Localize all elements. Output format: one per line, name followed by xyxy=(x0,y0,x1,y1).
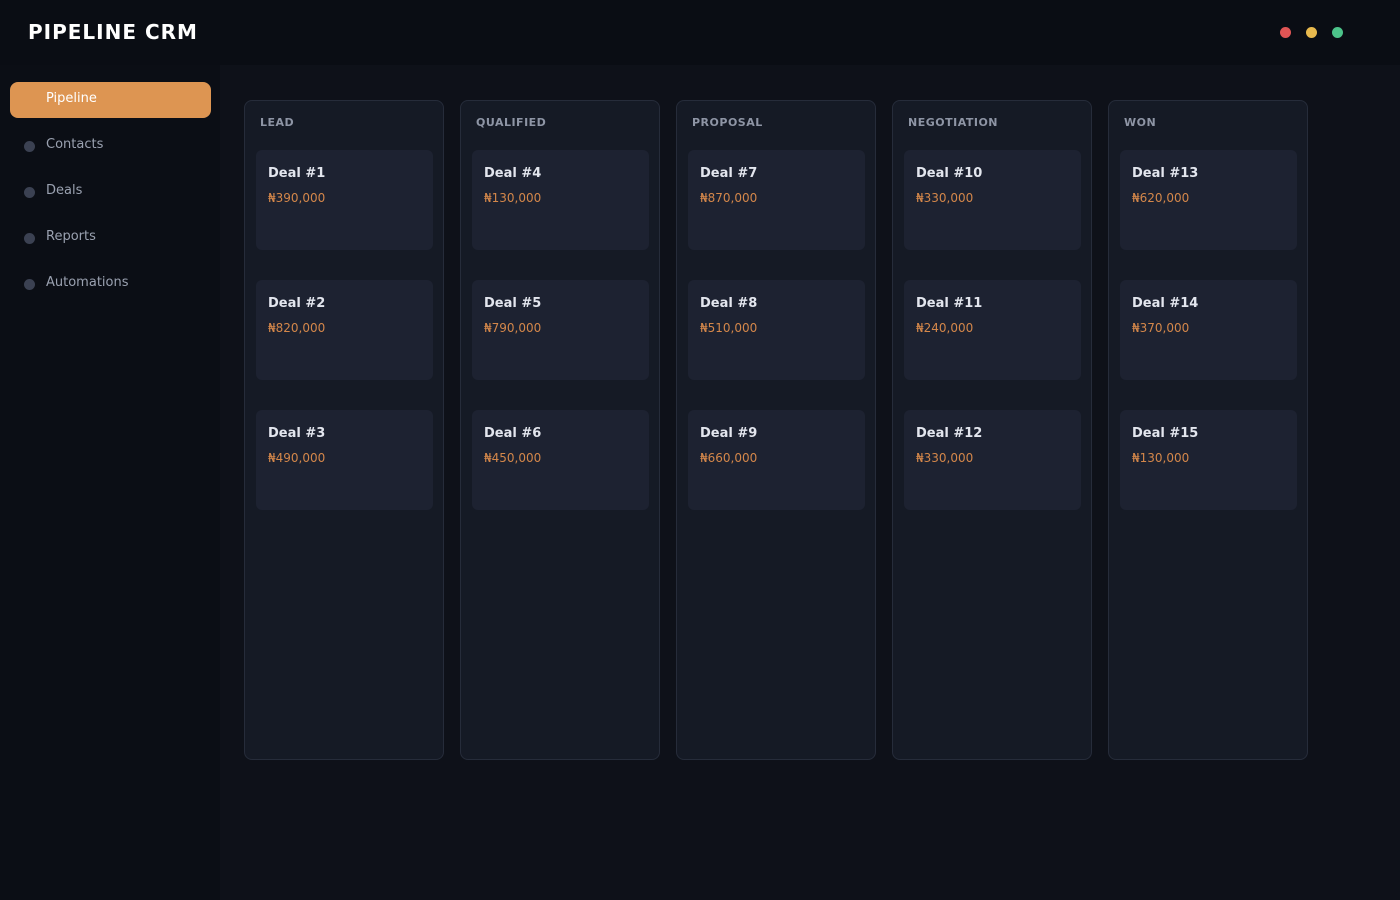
deal-name: Deal #9 xyxy=(700,426,758,441)
column-title: NEGOTIATION xyxy=(908,116,999,129)
column-title: WON xyxy=(1124,116,1157,129)
bullet-icon xyxy=(24,279,35,290)
sidebar-item-reports[interactable]: Reports xyxy=(10,220,211,256)
sidebar-item-label: Deals xyxy=(46,183,83,198)
deal-card[interactable]: Deal #6 ₦450,000 xyxy=(472,410,649,510)
deal-value: ₦130,000 xyxy=(1132,451,1190,465)
bullet-icon xyxy=(24,233,35,244)
app-window: PIPELINE CRM Pipeline Contacts Deals Rep… xyxy=(0,0,1400,900)
pipeline-board: LEAD Deal #1 ₦390,000 Deal #2 ₦820,000 D… xyxy=(220,65,1400,900)
sidebar-item-label: Pipeline xyxy=(46,91,97,106)
sidebar-item-contacts[interactable]: Contacts xyxy=(10,128,211,164)
deal-card[interactable]: Deal #11 ₦240,000 xyxy=(904,280,1081,380)
deal-name: Deal #1 xyxy=(268,166,326,181)
deal-value: ₦330,000 xyxy=(916,451,974,465)
deal-name: Deal #5 xyxy=(484,296,542,311)
bullet-icon xyxy=(24,141,35,152)
deal-name: Deal #15 xyxy=(1132,426,1199,441)
deal-card[interactable]: Deal #10 ₦330,000 xyxy=(904,150,1081,250)
deal-name: Deal #4 xyxy=(484,166,542,181)
sidebar-item-label: Automations xyxy=(46,275,129,290)
deal-value: ₦390,000 xyxy=(268,191,326,205)
deal-value: ₦790,000 xyxy=(484,321,542,335)
column-title: PROPOSAL xyxy=(692,116,763,129)
deal-name: Deal #2 xyxy=(268,296,326,311)
top-bar: PIPELINE CRM xyxy=(0,0,1400,65)
maximize-window-control[interactable] xyxy=(1332,27,1343,38)
sidebar-item-deals[interactable]: Deals xyxy=(10,174,211,210)
sidebar: Pipeline Contacts Deals Reports Automati… xyxy=(0,65,220,900)
deal-value: ₦450,000 xyxy=(484,451,542,465)
deal-value: ₦660,000 xyxy=(700,451,758,465)
deal-card[interactable]: Deal #12 ₦330,000 xyxy=(904,410,1081,510)
deal-card[interactable]: Deal #3 ₦490,000 xyxy=(256,410,433,510)
bullet-icon xyxy=(24,187,35,198)
deal-value: ₦870,000 xyxy=(700,191,758,205)
deal-name: Deal #13 xyxy=(1132,166,1199,181)
minimize-window-control[interactable] xyxy=(1306,27,1317,38)
deal-name: Deal #12 xyxy=(916,426,983,441)
deal-value: ₦510,000 xyxy=(700,321,758,335)
column-title: LEAD xyxy=(260,116,295,129)
sidebar-item-pipeline[interactable]: Pipeline xyxy=(10,82,211,118)
deal-value: ₦820,000 xyxy=(268,321,326,335)
deal-value: ₦370,000 xyxy=(1132,321,1190,335)
deal-value: ₦130,000 xyxy=(484,191,542,205)
deal-card[interactable]: Deal #13 ₦620,000 xyxy=(1120,150,1297,250)
deal-value: ₦330,000 xyxy=(916,191,974,205)
deal-card[interactable]: Deal #2 ₦820,000 xyxy=(256,280,433,380)
column-negotiation: NEGOTIATION Deal #10 ₦330,000 Deal #11 ₦… xyxy=(892,100,1092,760)
sidebar-item-label: Reports xyxy=(46,229,96,244)
deal-name: Deal #8 xyxy=(700,296,758,311)
column-qualified: QUALIFIED Deal #4 ₦130,000 Deal #5 ₦790,… xyxy=(460,100,660,760)
column-lead: LEAD Deal #1 ₦390,000 Deal #2 ₦820,000 D… xyxy=(244,100,444,760)
deal-name: Deal #7 xyxy=(700,166,758,181)
sidebar-item-label: Contacts xyxy=(46,137,104,152)
column-won: WON Deal #13 ₦620,000 Deal #14 ₦370,000 … xyxy=(1108,100,1308,760)
deal-card[interactable]: Deal #14 ₦370,000 xyxy=(1120,280,1297,380)
sidebar-item-automations[interactable]: Automations xyxy=(10,266,211,302)
deal-name: Deal #11 xyxy=(916,296,983,311)
deal-value: ₦620,000 xyxy=(1132,191,1190,205)
close-window-control[interactable] xyxy=(1280,27,1291,38)
deal-card[interactable]: Deal #8 ₦510,000 xyxy=(688,280,865,380)
column-title: QUALIFIED xyxy=(476,116,547,129)
deal-value: ₦240,000 xyxy=(916,321,974,335)
column-proposal: PROPOSAL Deal #7 ₦870,000 Deal #8 ₦510,0… xyxy=(676,100,876,760)
deal-card[interactable]: Deal #7 ₦870,000 xyxy=(688,150,865,250)
deal-value: ₦490,000 xyxy=(268,451,326,465)
deal-name: Deal #14 xyxy=(1132,296,1199,311)
deal-card[interactable]: Deal #15 ₦130,000 xyxy=(1120,410,1297,510)
app-title: PIPELINE CRM xyxy=(28,20,198,44)
deal-card[interactable]: Deal #9 ₦660,000 xyxy=(688,410,865,510)
deal-card[interactable]: Deal #1 ₦390,000 xyxy=(256,150,433,250)
deal-name: Deal #6 xyxy=(484,426,542,441)
deal-card[interactable]: Deal #5 ₦790,000 xyxy=(472,280,649,380)
deal-card[interactable]: Deal #4 ₦130,000 xyxy=(472,150,649,250)
deal-name: Deal #10 xyxy=(916,166,983,181)
deal-name: Deal #3 xyxy=(268,426,326,441)
